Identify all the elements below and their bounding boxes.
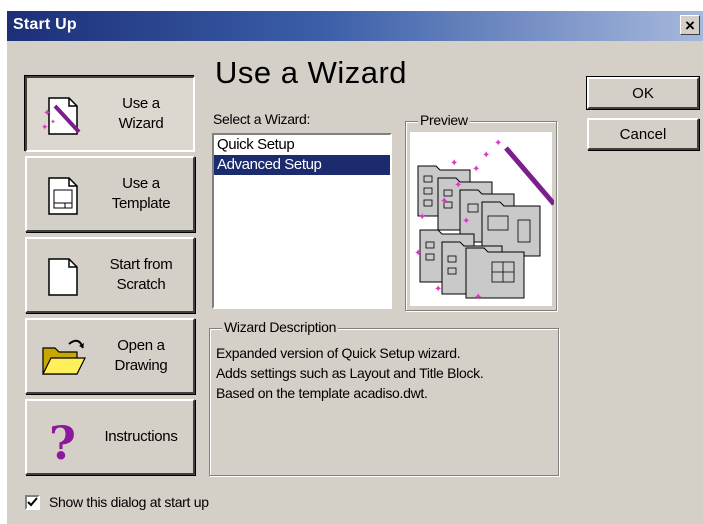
blank-page-icon (48, 258, 78, 296)
show-at-startup-checkbox[interactable] (25, 495, 40, 510)
question-mark-icon: ? (49, 416, 76, 463)
svg-text:✦: ✦ (474, 292, 482, 303)
svg-text:✦: ✦ (494, 138, 502, 149)
svg-text:✦: ✦ (418, 212, 426, 223)
wizard-option-advanced-setup[interactable]: Advanced Setup (214, 155, 390, 175)
wizard-description-label: Wizard Description (222, 319, 339, 335)
wizard-icon: ✦ ✦ ✦ (41, 97, 81, 135)
close-button[interactable]: × (680, 15, 700, 35)
wizard-option-quick-setup[interactable]: Quick Setup (214, 135, 390, 155)
wizard-description-group: Wizard Description Expanded version of Q… (209, 319, 559, 476)
svg-text:✦: ✦ (472, 164, 480, 175)
ok-button[interactable]: OK (586, 76, 700, 110)
select-wizard-label: Select a Wizard: (213, 111, 311, 127)
open-drawing-label: Open a Drawing (114, 337, 168, 374)
start-from-scratch-button[interactable]: Start from Scratch (25, 237, 195, 313)
use-template-label: Use a Template (111, 175, 171, 212)
wizard-listbox[interactable]: Quick Setup Advanced Setup (212, 133, 392, 309)
template-icon (48, 177, 78, 215)
window-title: Start Up (13, 16, 77, 33)
instructions-button[interactable]: ? Instructions (25, 399, 195, 475)
title-bar[interactable]: Start Up × (7, 11, 703, 41)
startup-dialog: Start Up × ✦ ✦ ✦ Use a Wizard Use a Temp… (6, 10, 703, 524)
instructions-label: Instructions (104, 428, 178, 445)
preview-area: ✦ ✦ ✦ ✦ ✦ ✦ ✦ ✦ ✦ ✦ ✦ (410, 132, 556, 306)
preview-group: Preview ✦ ✦ ✦ ✦ ✦ ✦ ✦ ✦ ✦ ✦ ✦ (405, 112, 557, 311)
close-icon: × (685, 15, 695, 35)
start-from-scratch-label: Start from Scratch (109, 256, 173, 293)
svg-text:✦: ✦ (414, 248, 422, 259)
svg-text:✦: ✦ (434, 284, 442, 295)
svg-text:✦: ✦ (482, 150, 490, 161)
preview-label: Preview (418, 112, 470, 128)
svg-text:✦: ✦ (50, 118, 56, 126)
open-folder-icon (42, 339, 86, 375)
use-wizard-label: Use a Wizard (118, 95, 164, 132)
show-at-startup-label[interactable]: Show this dialog at start up (49, 494, 209, 510)
svg-text:✦: ✦ (43, 108, 51, 119)
wizard-description-text: Expanded version of Quick Setup wizard. … (216, 345, 484, 401)
page-title: Use a Wizard (215, 55, 408, 90)
open-drawing-button[interactable]: Open a Drawing (25, 318, 195, 394)
svg-text:✦: ✦ (454, 180, 462, 191)
svg-text:✦: ✦ (462, 216, 470, 227)
svg-text:✦: ✦ (440, 196, 448, 207)
svg-text:?: ? (49, 416, 76, 463)
svg-text:✦: ✦ (41, 122, 49, 132)
checkmark-icon (27, 497, 38, 507)
svg-text:✦: ✦ (450, 158, 458, 169)
use-template-button[interactable]: Use a Template (25, 156, 195, 232)
wizard-preview-image: ✦✦✦ ✦✦✦ ✦✦✦ ✦✦ (414, 138, 556, 303)
cancel-button[interactable]: Cancel (587, 118, 699, 150)
use-wizard-button[interactable]: ✦ ✦ ✦ Use a Wizard (25, 76, 195, 152)
